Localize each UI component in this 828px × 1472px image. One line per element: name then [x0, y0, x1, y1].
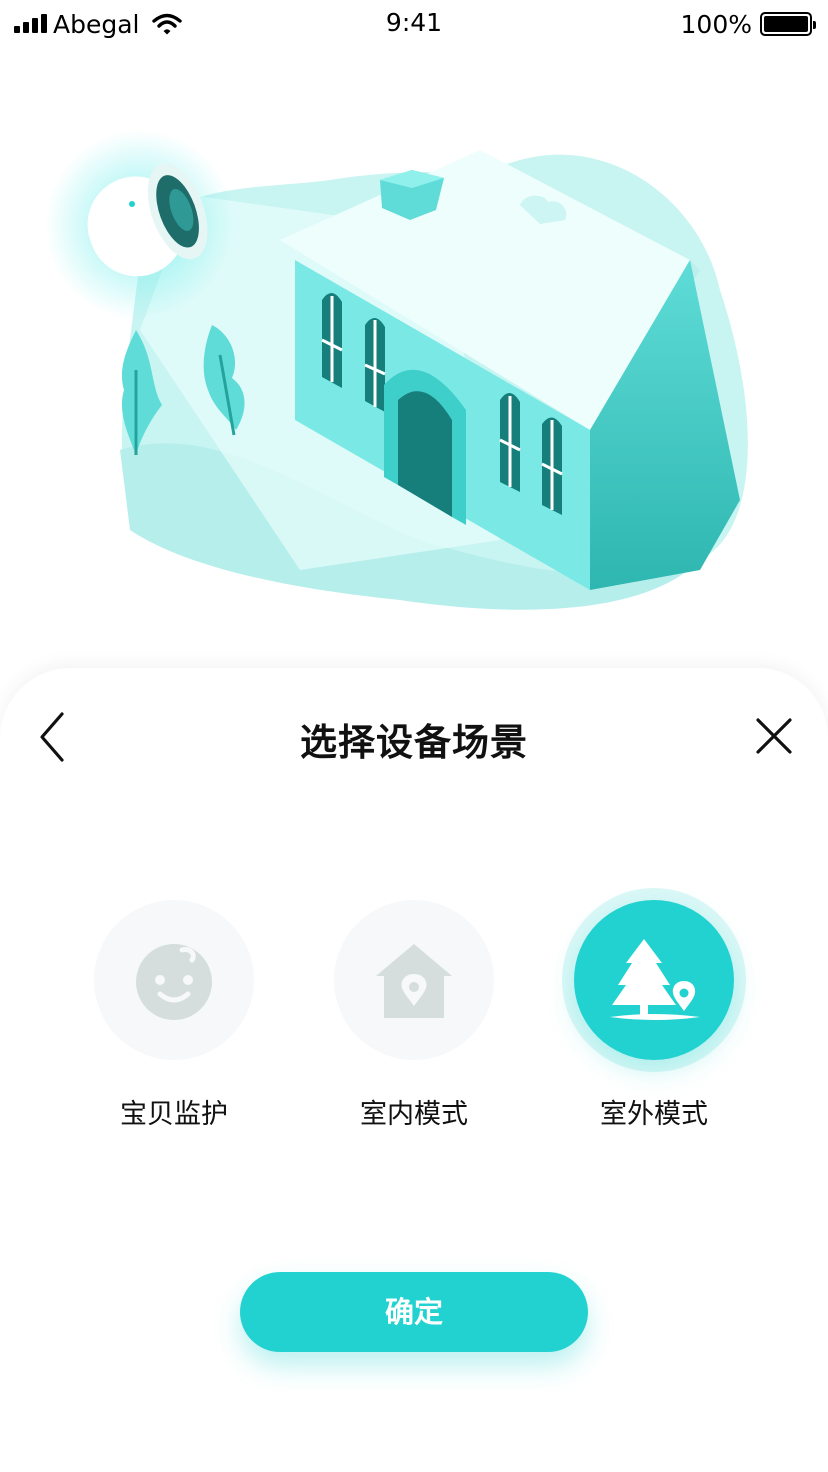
scene-select-screen: Abegal 9:41 100% 选择设备场景 宝贝监护 室内模式 室外模式 确… — [0, 0, 828, 1472]
close-icon — [756, 718, 792, 754]
baby-face-icon — [136, 944, 212, 1020]
mode-outdoor[interactable]: 室外模式 — [554, 900, 754, 1131]
mode-label: 宝贝监护 — [120, 1099, 228, 1130]
confirm-button[interactable]: 确定 — [240, 1272, 588, 1352]
battery-icon — [760, 12, 816, 36]
status-right: 100% — [680, 9, 816, 39]
scene-mode-list: 宝贝监护 室内模式 室外模式 — [0, 900, 828, 1140]
mode-label: 室内模式 — [360, 1099, 468, 1130]
mode-icon-circle — [94, 900, 254, 1060]
sheet-header: 选择设备场景 — [0, 698, 828, 778]
tree-location-icon — [610, 939, 700, 1020]
scene-sheet: 选择设备场景 宝贝监护 室内模式 室外模式 确定 — [0, 668, 828, 1472]
house-location-icon — [376, 944, 452, 1018]
mode-label: 室外模式 — [600, 1099, 708, 1130]
mode-baby-monitor[interactable]: 宝贝监护 — [74, 900, 274, 1131]
sheet-title: 选择设备场景 — [300, 721, 528, 764]
battery-percent: 100% — [680, 9, 752, 39]
mode-icon-circle — [574, 900, 734, 1060]
mode-icon-circle — [334, 900, 494, 1060]
house-camera-illustration — [45, 130, 748, 610]
close-button[interactable] — [750, 712, 798, 760]
mode-indoor[interactable]: 室内模式 — [314, 900, 514, 1131]
status-bar: Abegal 9:41 100% — [0, 0, 828, 50]
